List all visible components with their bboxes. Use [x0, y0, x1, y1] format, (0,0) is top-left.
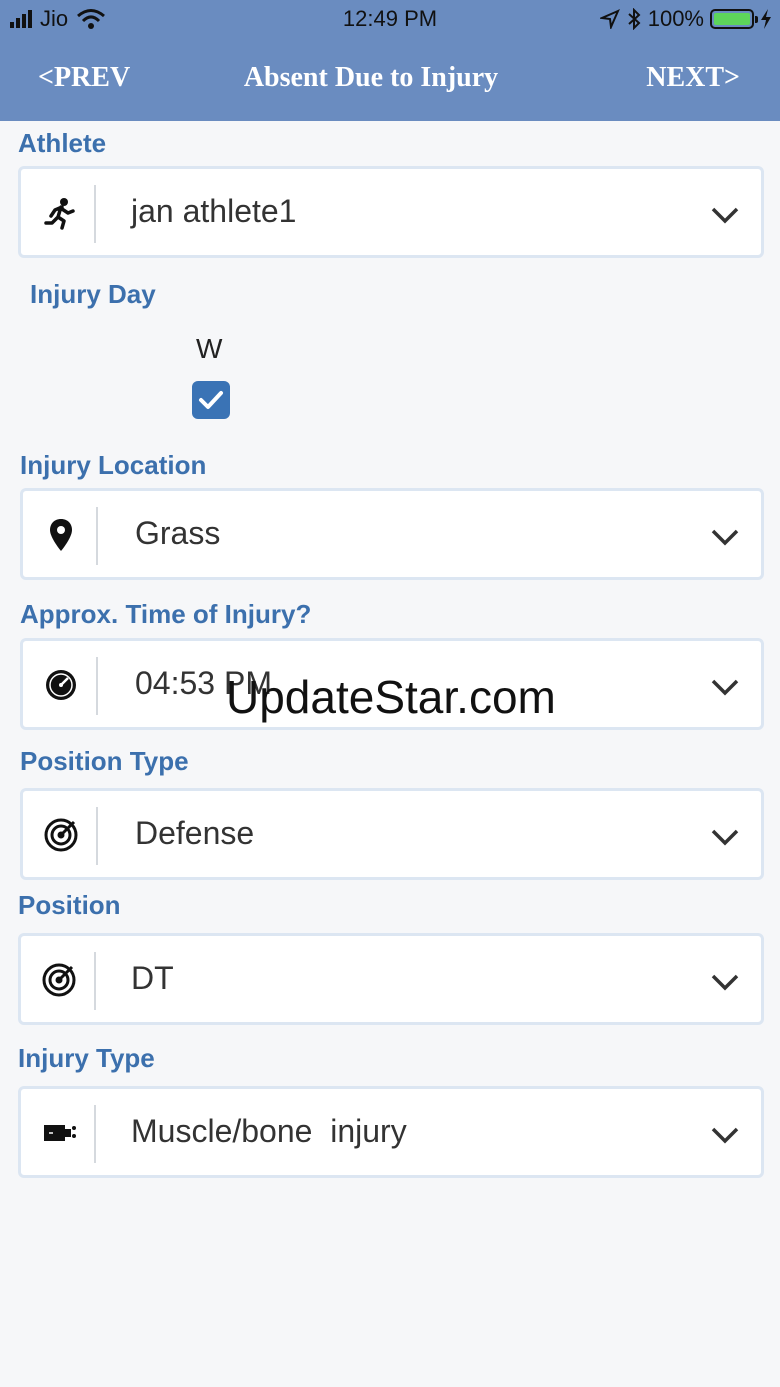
- location-arrow-icon: [599, 9, 620, 29]
- field-divider: [94, 185, 96, 243]
- field-divider: [96, 507, 98, 565]
- page-title: Absent Due to Injury: [243, 62, 499, 93]
- injury-day-label: Injury Day: [30, 279, 156, 309]
- athlete-label: Athlete: [18, 128, 107, 158]
- chevron-down-icon: [711, 679, 739, 696]
- target-icon: [41, 815, 81, 855]
- battery-percent: 100%: [647, 6, 704, 31]
- checkmark-icon: [199, 391, 223, 409]
- position-type-select[interactable]: Defense: [20, 788, 764, 880]
- position-select[interactable]: DT: [18, 933, 764, 1025]
- chevron-down-icon: [711, 207, 739, 224]
- target-icon: [39, 960, 79, 1000]
- nav-bar: <PREV Absent Due to Injury NEXT>: [0, 40, 780, 121]
- time-of-injury-label: Approx. Time of Injury?: [20, 599, 312, 629]
- field-divider: [94, 1105, 96, 1163]
- chevron-down-icon: [711, 829, 739, 846]
- status-bar: Jio 12:49 PM 100%: [0, 0, 780, 40]
- injury-location-select[interactable]: Grass: [20, 488, 764, 580]
- wednesday-checkbox[interactable]: [192, 381, 230, 419]
- map-pin-icon: [41, 515, 81, 555]
- chevron-down-icon: [711, 529, 739, 546]
- chevron-down-icon: [711, 1127, 739, 1144]
- athlete-value: jan athlete1: [131, 193, 297, 229]
- injury-location-label: Injury Location: [20, 450, 207, 480]
- injury-type-label: Injury Type: [18, 1043, 155, 1073]
- bluetooth-icon: [628, 8, 641, 30]
- battery-icon: [710, 9, 758, 29]
- status-right: 100%: [599, 6, 772, 32]
- injury-location-value: Grass: [135, 515, 221, 551]
- time-of-injury-select[interactable]: 04:53 PM: [20, 638, 764, 730]
- injury-type-value: Muscle/bone injury: [131, 1113, 407, 1149]
- position-type-value: Defense: [135, 815, 255, 851]
- injury-icon: [39, 1113, 79, 1153]
- chevron-down-icon: [711, 974, 739, 991]
- charging-icon: [761, 9, 771, 29]
- runner-icon: [39, 193, 79, 233]
- field-divider: [96, 807, 98, 865]
- clock-icon: [41, 665, 81, 705]
- field-divider: [96, 657, 98, 715]
- position-type-label: Position Type: [20, 746, 189, 776]
- position-label: Position: [18, 890, 121, 920]
- day-label-wednesday: W: [196, 333, 223, 364]
- injury-type-select[interactable]: Muscle/bone injury: [18, 1086, 764, 1178]
- time-of-injury-value: 04:53 PM: [135, 665, 272, 701]
- athlete-select[interactable]: jan athlete1: [18, 166, 764, 258]
- next-button[interactable]: NEXT>: [646, 62, 740, 94]
- position-value: DT: [131, 960, 174, 996]
- field-divider: [94, 952, 96, 1010]
